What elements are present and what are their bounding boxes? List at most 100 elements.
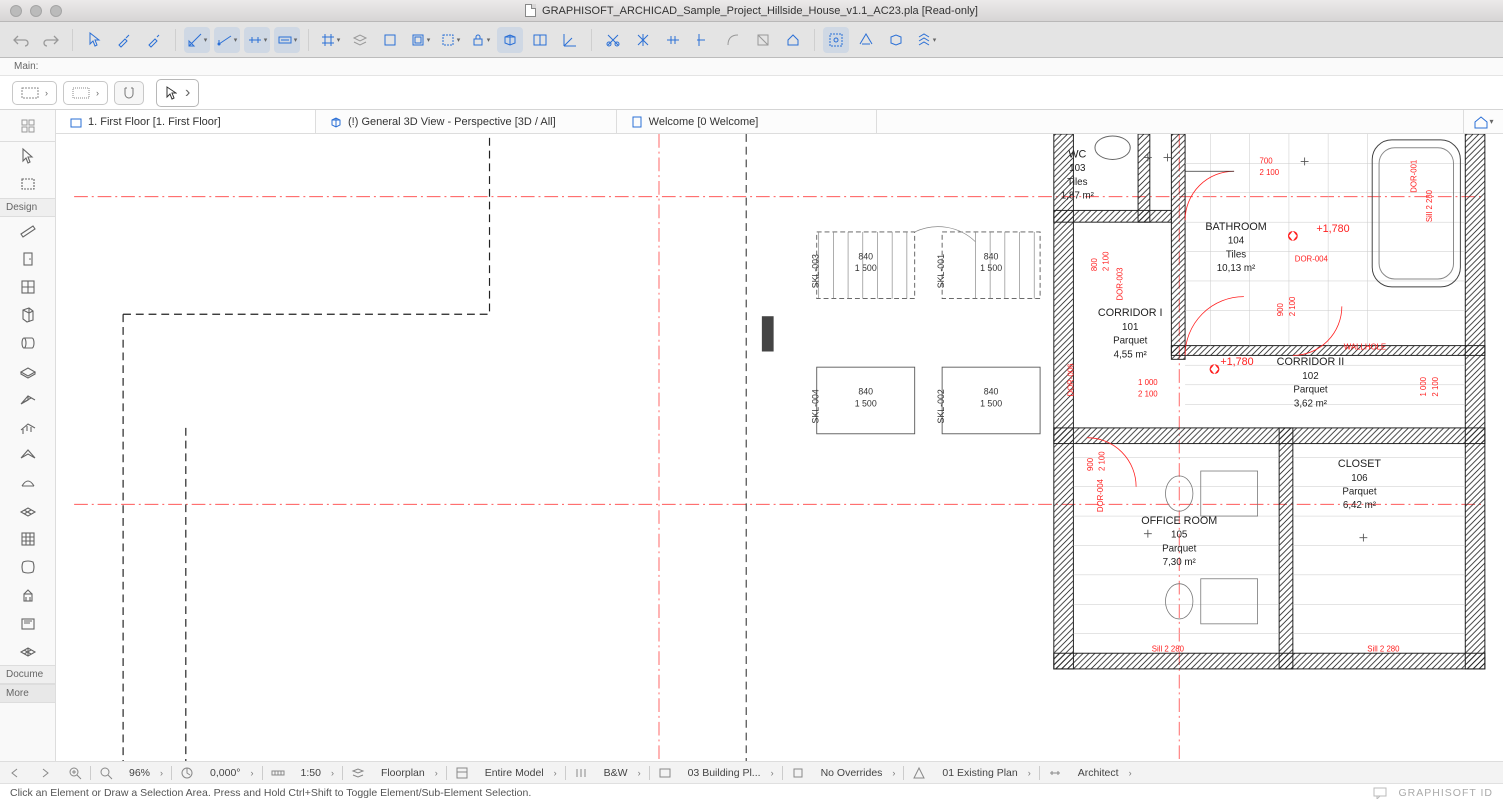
ruler-button[interactable]: ▾ [184,27,210,53]
teamwork-button[interactable] [823,27,849,53]
drawing-canvas[interactable]: SKL-003 840 1 500 SKL-001 840 1 500 SKL-… [56,134,1503,761]
column-tool[interactable] [0,301,55,329]
redo-button[interactable] [38,27,64,53]
zoom-level[interactable]: 96%› [121,762,171,783]
minimize-window-icon[interactable] [30,5,42,17]
tab-3d-view[interactable]: (!) General 3D View - Perspective [3D / … [316,110,617,133]
model-filter-icon[interactable] [447,762,477,783]
shell-tool[interactable] [0,469,55,497]
svg-text:840: 840 [984,387,999,397]
titlebar: GRAPHISOFT_ARCHICAD_Sample_Project_Hills… [0,0,1503,22]
orientation-icon[interactable] [172,762,202,783]
eyedropper-button[interactable] [111,27,137,53]
tab-home-button[interactable]: ▾ [1463,110,1503,133]
svg-text:3,62 m²: 3,62 m² [1294,398,1328,409]
dimension-button[interactable]: ▾ [274,27,300,53]
stair-tool[interactable] [0,385,55,413]
magnet-toggle[interactable] [114,81,144,105]
nav-back[interactable] [0,762,30,783]
svg-text:Sill 2 280: Sill 2 280 [1367,644,1400,653]
mesh-tool[interactable] [0,637,55,665]
scale-value[interactable]: 1:50› [293,762,342,783]
svg-text:1 000: 1 000 [1138,378,1158,387]
coord-button[interactable] [557,27,583,53]
layer-combo-icon[interactable] [343,762,373,783]
lock-button[interactable]: ▾ [467,27,493,53]
document-icon [525,4,536,17]
zone-tool[interactable] [0,609,55,637]
window-tool[interactable] [0,273,55,301]
svg-text:OFFICE ROOM: OFFICE ROOM [1141,515,1217,527]
marquee-mode-dropdown[interactable]: › [12,81,57,105]
scale-icon[interactable] [263,762,293,783]
adjust-button[interactable] [660,27,686,53]
renovation-button[interactable] [853,27,879,53]
layer-combo[interactable]: Floorplan› [373,762,446,783]
favorites-button[interactable]: ▾ [913,27,939,53]
cut-button[interactable] [600,27,626,53]
selection-mode-dropdown[interactable]: › [63,81,108,105]
object-tool[interactable] [0,581,55,609]
svg-text:102: 102 [1302,371,1318,382]
grid-button[interactable]: ▾ [317,27,343,53]
svg-text:900: 900 [1086,457,1095,471]
orientation-value[interactable]: 0,000°› [202,762,261,783]
zoom-fit[interactable] [91,762,121,783]
dim-standard-icon[interactable] [1040,762,1070,783]
svg-text:900: 900 [1276,303,1285,317]
pick-button[interactable] [81,27,107,53]
nav-forward[interactable] [30,762,60,783]
arrow-tool-selected[interactable]: › [156,79,199,107]
zoom-extents[interactable] [60,762,90,783]
roof-tool[interactable] [0,441,55,469]
renovation-filter-icon[interactable] [904,762,934,783]
slab-tool[interactable] [0,357,55,385]
material-button[interactable] [527,27,553,53]
snap-guide-button[interactable]: ▾ [244,27,270,53]
beam-tool[interactable] [0,329,55,357]
2d3d-button[interactable] [497,27,523,53]
railing-tool[interactable] [0,413,55,441]
brand-id[interactable]: GRAPHISOFT ID [1399,787,1493,799]
svg-text:1 500: 1 500 [980,263,1002,273]
close-window-icon[interactable] [10,5,22,17]
snap-point-button[interactable]: ▾ [214,27,240,53]
marquee-tool[interactable] [0,170,55,198]
svg-text:DOR-003: DOR-003 [1115,267,1124,301]
curtainwall-tool[interactable] [0,525,55,553]
overrides[interactable]: No Overrides› [813,762,904,783]
messaging-icon[interactable] [1373,787,1387,799]
resize-button[interactable] [750,27,776,53]
door-tool[interactable] [0,245,55,273]
marquee-button[interactable]: ▾ [437,27,463,53]
selection-icon [72,87,90,99]
wall-tool[interactable] [0,217,55,245]
mvo-icon[interactable] [650,762,680,783]
model-filter[interactable]: Entire Model› [477,762,565,783]
overrides-icon[interactable] [783,762,813,783]
intersect-button[interactable] [690,27,716,53]
tab-first-floor[interactable]: 1. First Floor [1. First Floor] [56,110,316,133]
fillet-button[interactable] [720,27,746,53]
pen-set-icon[interactable] [566,762,596,783]
inject-button[interactable] [141,27,167,53]
toolbar-label-row: Main: [0,58,1503,76]
morph-tool[interactable] [0,553,55,581]
classify-button[interactable] [883,27,909,53]
mvo[interactable]: 03 Building Pl...› [680,762,782,783]
arrow-tool[interactable] [0,142,55,170]
window-button[interactable]: ▾ [407,27,433,53]
skylight-tool[interactable] [0,497,55,525]
svg-text:SKL-002: SKL-002 [936,389,946,423]
home-button[interactable] [780,27,806,53]
trace-button[interactable] [377,27,403,53]
dim-standard[interactable]: Architect› [1070,762,1140,783]
split-button[interactable] [630,27,656,53]
layers-button[interactable] [347,27,373,53]
zoom-window-icon[interactable] [50,5,62,17]
undo-button[interactable] [8,27,34,53]
grid-view-icon[interactable] [21,119,35,133]
pen-set[interactable]: B&W› [596,762,649,783]
renovation-filter[interactable]: 01 Existing Plan› [934,762,1038,783]
tab-welcome[interactable]: Welcome [0 Welcome] [617,110,877,133]
